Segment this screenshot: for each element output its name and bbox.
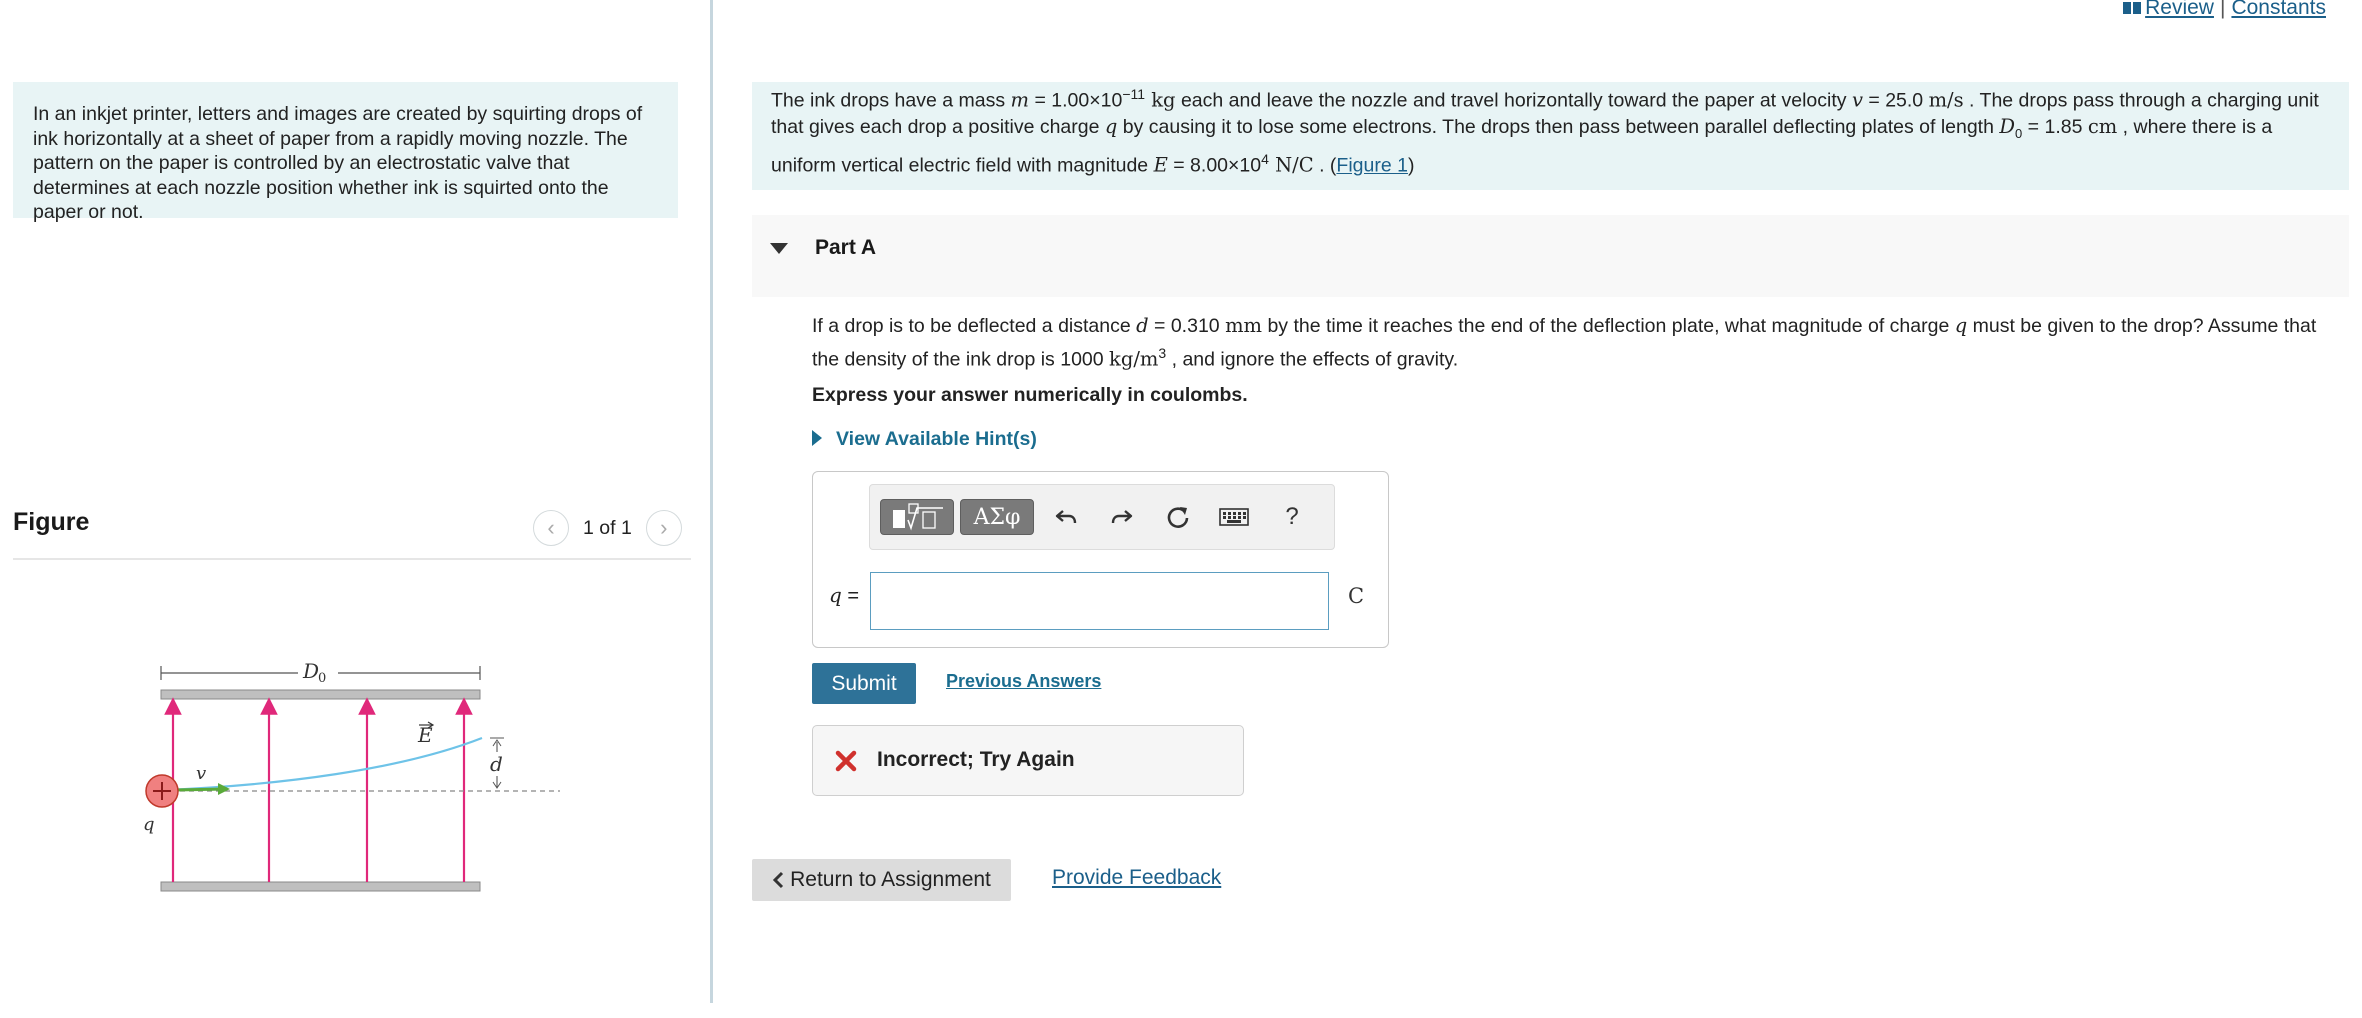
velocity-unit: m/s [1928,88,1964,112]
problem-statement: The ink drops have a mass m = 1.00×10−11… [752,82,2349,190]
svg-text:0: 0 [318,671,326,686]
field-exponent: 4 [1261,151,1269,168]
book-icon [2123,2,2142,14]
incorrect-x-icon [835,750,857,772]
hints-label: View Available Hint(s) [836,428,1037,450]
chevron-left-icon: ‹ [547,515,555,540]
charge-symbol: q [1104,114,1118,138]
undo-button[interactable] [1048,499,1084,535]
link-separator: | [2219,0,2226,19]
deflection-value: = 0.310 [1148,315,1226,337]
q-label: q [143,814,155,835]
chevron-right-icon: › [660,515,668,540]
deflection-unit: mm [1225,314,1263,337]
keyboard-button[interactable] [1216,499,1252,535]
undo-icon [1055,510,1077,524]
return-to-assignment-button[interactable]: Return to Assignment [752,859,1011,901]
problem-text: . ( [1313,154,1337,177]
problem-text: ) [1407,154,1415,177]
prev-figure-button[interactable]: ‹ [533,510,569,546]
mass-exponent: −11 [1122,86,1146,102]
part-a-header[interactable] [752,215,2349,297]
submit-button[interactable]: Submit [812,663,916,704]
intro-text: In an inkjet printer, letters and images… [13,82,678,223]
v-label: v [196,763,206,784]
reset-icon [1167,507,1189,528]
field-unit: N/C [1268,153,1314,177]
view-hints-toggle[interactable]: View Available Hint(s) [812,428,1037,451]
return-label: Return to Assignment [790,868,991,891]
length-value: = 1.85 [2022,115,2088,138]
charge-symbol: q [1954,314,1968,337]
provide-feedback-link[interactable]: Provide Feedback [1052,866,1221,890]
answer-panel: ΑΣφ ? q = C [812,471,1389,648]
expand-triangle-icon [812,430,822,446]
greek-symbols-button[interactable]: ΑΣφ [960,499,1034,535]
constants-link[interactable]: Constants [2231,0,2326,19]
previous-answers-link[interactable]: Previous Answers [946,671,1101,692]
reset-button[interactable] [1160,499,1196,535]
d0-label: D [302,659,319,683]
top-links: Review | Constants [2123,0,2326,20]
density-unit: kg/m [1109,347,1159,371]
mass-symbol: m [1010,88,1030,112]
figure-title: Figure [13,508,90,536]
pager-text: 1 of 1 [583,516,632,539]
question-segment: by the time it reaches the end of the de… [1262,315,1955,337]
length-symbol: D [1999,114,2016,138]
answer-instructions: Express your answer numerically in coulo… [812,384,1248,406]
figure-link[interactable]: Figure 1 [1336,155,1408,177]
mass-unit: kg [1145,88,1176,112]
figure-pager: ‹ 1 of 1 › [533,510,682,546]
bottom-plate [160,881,481,892]
field-value: = 8.00×10 [1167,154,1262,177]
velocity-symbol: v [1851,88,1863,112]
question-segment: If a drop is to be deflected a distance [812,315,1137,337]
problem-text: The ink drops have a mass [771,89,1011,112]
question-segment: , and ignore the effects of gravity. [1166,348,1459,371]
answer-unit: C [1348,584,1365,608]
figure-divider [13,558,691,560]
templates-button[interactable] [880,499,954,535]
help-button[interactable]: ? [1274,499,1310,535]
answer-label: q = [829,583,860,607]
review-link[interactable]: Review [2145,0,2214,19]
question-text: If a drop is to be deflected a distance … [812,312,2332,374]
column-divider [710,0,713,1003]
mass-value: = 1.00×10 [1029,89,1123,112]
problem-text: by causing it to lose some electrons. Th… [1117,115,2000,138]
part-a-label: Part A [815,236,877,259]
templates-icon [893,503,943,531]
top-plate [160,689,481,700]
problem-text: each and leave the nozzle and travel hor… [1175,89,1852,112]
drop-trajectory [164,736,483,792]
collapse-triangle-icon[interactable] [770,243,788,254]
d-label: d [490,752,503,776]
keyboard-icon [1219,508,1249,526]
velocity-value: = 25.0 [1862,89,1929,112]
length-unit: cm [2087,114,2118,138]
deflection-symbol: d [1136,314,1149,337]
feedback-message: Incorrect; Try Again [812,725,1244,796]
field-symbol: E [1153,153,1168,177]
chevron-left-icon [772,871,784,889]
math-toolbar: ΑΣφ ? [869,484,1335,550]
figure-diagram: D 0 E d v q [143,659,560,892]
redo-icon [1111,510,1133,524]
answer-input[interactable] [870,572,1329,630]
next-figure-button[interactable]: › [645,510,682,546]
feedback-text: Incorrect; Try Again [877,748,1075,771]
redo-button[interactable] [1104,499,1140,535]
